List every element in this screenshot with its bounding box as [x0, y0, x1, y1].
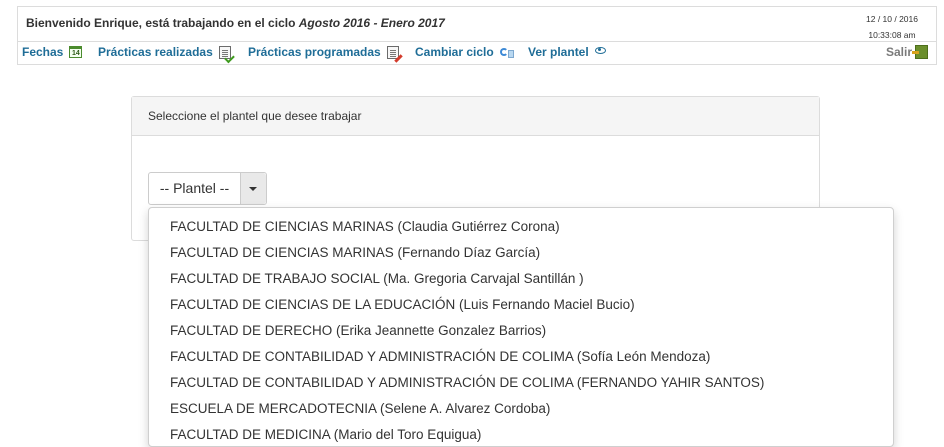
- nav-label: Prácticas realizadas: [98, 45, 213, 59]
- nav-item-practicas-realizadas[interactable]: Prácticas realizadas: [98, 45, 235, 63]
- logout-button[interactable]: Salir: [886, 45, 928, 59]
- current-cycle: Agosto 2016 - Enero 2017: [298, 16, 445, 30]
- nav-item-ver-plantel[interactable]: Ver plantel: [528, 45, 606, 59]
- nav-label: Prácticas programadas: [248, 45, 381, 59]
- dropdown-option[interactable]: FACULTAD DE CIENCIAS DE LA EDUCACIÓN (Lu…: [149, 292, 893, 318]
- dropdown-option[interactable]: FACULTAD DE MEDICINA (Mario del Toro Equ…: [149, 422, 893, 446]
- plantel-select-label: -- Plantel --: [159, 180, 230, 196]
- nav-item-cambiar-ciclo[interactable]: Cambiar ciclo: [415, 45, 514, 59]
- welcome-message: Bienvenido Enrique, está trabajando en e…: [26, 16, 445, 30]
- plantel-dropdown: FACULTAD DE CIENCIAS MARINAS (Claudia Gu…: [148, 207, 894, 447]
- current-date: 12 / 10 / 2016: [866, 14, 918, 24]
- dropdown-option[interactable]: FACULTAD DE CIENCIAS MARINAS (Claudia Gu…: [149, 214, 893, 240]
- exit-door-icon: [912, 45, 928, 59]
- plantel-select[interactable]: -- Plantel --: [148, 172, 267, 205]
- top-header: Bienvenido Enrique, está trabajando en e…: [17, 6, 937, 42]
- nav-label: Fechas: [22, 45, 64, 59]
- dropdown-option[interactable]: FACULTAD DE CONTABILIDAD Y ADMINISTRACIÓ…: [149, 370, 893, 396]
- checklist-icon: [218, 45, 235, 63]
- cycle-icon: [499, 46, 514, 59]
- nav-bar: Fechas 14 Prácticas realizadas Prácticas…: [17, 41, 937, 65]
- dropdown-option[interactable]: FACULTAD DE CONTABILIDAD Y ADMINISTRACIÓ…: [149, 344, 893, 370]
- dropdown-option[interactable]: FACULTAD DE CIENCIAS MARINAS (Fernando D…: [149, 240, 893, 266]
- panel-title: Seleccione el plantel que desee trabajar: [132, 97, 819, 136]
- dropdown-option[interactable]: FACULTAD DE DERECHO (Erika Jeannette Gon…: [149, 318, 893, 344]
- dropdown-option[interactable]: ESCUELA DE MERCADOTECNIA (Selene A. Alva…: [149, 396, 893, 422]
- logout-label: Salir: [885, 45, 912, 59]
- nav-item-practicas-programadas[interactable]: Prácticas programadas: [248, 45, 403, 63]
- datetime: 12 / 10 / 2016 10:33:08 am: [866, 11, 918, 43]
- eye-icon: [594, 46, 606, 54]
- nav-item-fechas[interactable]: Fechas 14: [22, 45, 83, 59]
- schedule-edit-icon: [386, 45, 403, 63]
- chevron-down-icon[interactable]: [240, 173, 266, 204]
- calendar-icon: 14: [69, 46, 83, 58]
- nav-label: Ver plantel: [528, 45, 589, 59]
- nav-label: Cambiar ciclo: [415, 45, 494, 59]
- dropdown-option[interactable]: FACULTAD DE TRABAJO SOCIAL (Ma. Gregoria…: [149, 266, 893, 292]
- welcome-prefix: Bienvenido Enrique, está trabajando en e…: [26, 16, 299, 30]
